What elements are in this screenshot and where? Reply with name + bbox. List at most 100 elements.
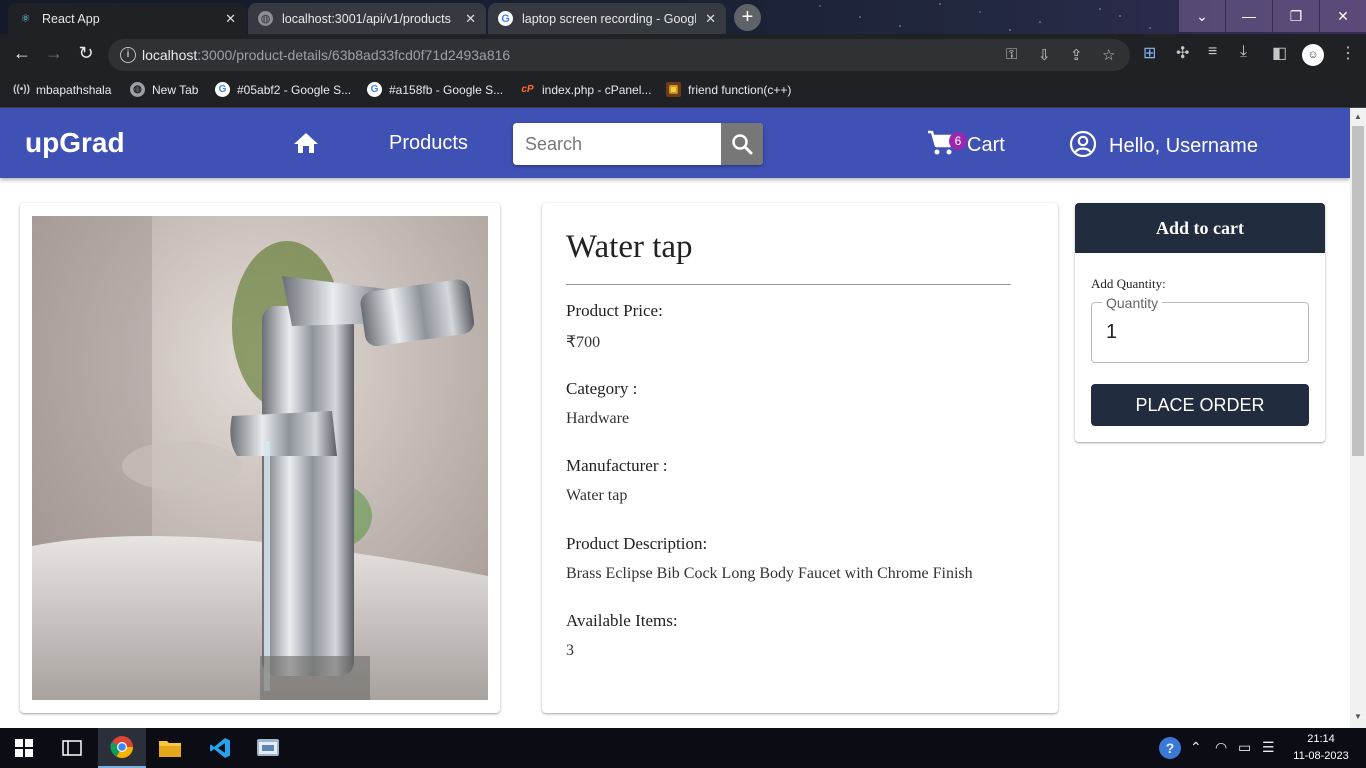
search-bar	[513, 123, 763, 165]
back-icon[interactable]: ←	[10, 43, 34, 64]
site-info-icon[interactable]: i	[120, 47, 136, 63]
nav-products-link[interactable]: Products	[389, 132, 468, 155]
bookmark-star-icon[interactable]: ☆	[1102, 46, 1115, 64]
close-icon[interactable]: ✕	[225, 11, 236, 27]
bookmark-google-05abf2[interactable]: G #05abf2 - Google S...	[215, 82, 351, 97]
forward-icon[interactable]: →	[42, 43, 66, 64]
quantity-field: Quantity	[1091, 295, 1309, 363]
restore-button[interactable]: ❐	[1273, 0, 1319, 32]
profile-avatar-icon[interactable]: ☺	[1302, 44, 1324, 66]
quantity-input[interactable]	[1106, 321, 1286, 344]
tab-react-app[interactable]: ⚛ React App ✕	[8, 3, 246, 34]
add-to-cart-button[interactable]: Add to cart	[1075, 203, 1325, 253]
tab-title: React App	[42, 11, 100, 26]
available-items-label: Available Items:	[566, 611, 678, 630]
category-value: Hardware	[566, 410, 630, 427]
product-image-card	[20, 203, 500, 713]
user-menu[interactable]: Hello, Username	[1069, 130, 1258, 163]
help-icon[interactable]: ?	[1159, 737, 1181, 759]
title-divider	[566, 284, 1011, 285]
bookmark-cpanel[interactable]: cP index.php - cPanel...	[520, 82, 651, 97]
bookmark-friend-function[interactable]: ▣ friend function(c++)	[666, 82, 791, 97]
brand-logo[interactable]: upGrad	[25, 127, 125, 159]
tab-google-search[interactable]: G laptop screen recording - Google ✕	[488, 3, 726, 34]
minimize-button[interactable]: —	[1226, 0, 1272, 32]
order-card: Add to cart Add Quantity: Quantity PLACE…	[1075, 203, 1325, 442]
notification-icon[interactable]: ☰	[1262, 739, 1275, 756]
chevron-up-icon[interactable]: ⌃	[1190, 739, 1202, 756]
battery-icon[interactable]: ▭	[1238, 739, 1251, 756]
bookmark-label: friend function(c++)	[688, 82, 792, 97]
close-icon[interactable]: ✕	[465, 11, 476, 27]
task-view-icon[interactable]	[48, 728, 96, 768]
bookmark-label: #05abf2 - Google S...	[237, 82, 352, 97]
search-icon[interactable]	[721, 123, 763, 165]
home-icon[interactable]	[293, 132, 319, 159]
globe-icon: ◍	[130, 82, 145, 97]
cart-button[interactable]: 6 Cart	[927, 130, 1005, 161]
product-image	[32, 216, 488, 700]
product-title: Water tap	[566, 229, 693, 265]
google-icon: G	[367, 82, 382, 97]
page-scrollbar[interactable]: ▲ ▼	[1350, 108, 1366, 728]
price-label: Product Price:	[566, 301, 663, 320]
translate-icon[interactable]: ⊞	[1143, 43, 1156, 63]
install-icon[interactable]: ⇩	[1038, 46, 1051, 64]
close-icon[interactable]: ✕	[705, 11, 716, 27]
search-input[interactable]	[513, 123, 721, 165]
quantity-field-legend: Quantity	[1102, 295, 1163, 311]
bookmark-new-tab[interactable]: ◍ New Tab	[130, 82, 198, 97]
extensions-icon[interactable]: ✣	[1176, 43, 1189, 63]
radio-icon: ((•))	[13, 84, 30, 95]
product-details-card: Water tap Product Price: ₹700 Category :…	[542, 203, 1058, 713]
react-icon: ⚛	[20, 13, 31, 25]
bookmark-google-a158fb[interactable]: G #a158fb - Google S...	[367, 82, 503, 97]
tab-search-icon[interactable]: ⌄	[1179, 0, 1225, 32]
browser-tab-strip: ⚛ React App ✕ ◍ localhost:3001/api/v1/pr…	[0, 0, 1366, 34]
google-icon: G	[215, 82, 230, 97]
cpanel-icon: cP	[521, 84, 534, 95]
bookmark-icon: ▣	[666, 82, 681, 97]
chrome-taskbar-icon[interactable]	[98, 728, 146, 768]
window-controls: ⌄ — ❐ ✕	[1178, 0, 1366, 32]
reload-icon[interactable]: ↻	[74, 43, 98, 64]
windows-start-icon[interactable]	[0, 728, 48, 768]
browser-toolbar: ← → ↻ i localhost:3000/product-details/6…	[0, 34, 1366, 76]
reading-list-icon[interactable]: ≡	[1208, 43, 1217, 61]
bookmark-label: index.php - cPanel...	[542, 82, 652, 97]
scroll-down-arrow-icon[interactable]: ▼	[1354, 712, 1362, 721]
cart-label: Cart	[967, 134, 1005, 156]
downloads-icon[interactable]: ⤓	[1240, 43, 1247, 61]
price-value: ₹700	[566, 334, 601, 351]
app-header: upGrad Products 6 Cart Hello, Username	[0, 108, 1350, 178]
close-window-button[interactable]: ✕	[1320, 0, 1366, 32]
wifi-icon[interactable]: ◠	[1215, 739, 1227, 756]
manufacturer-label: Manufacturer :	[566, 456, 668, 475]
scrollbar-thumb[interactable]	[1352, 126, 1364, 456]
address-bar[interactable]: i localhost:3000/product-details/63b8ad3…	[108, 39, 1130, 71]
windows-taskbar: ? ⌃ ◠ ▭ ☰ 21:14 11-08-2023	[0, 728, 1366, 768]
tab-api-products[interactable]: ◍ localhost:3001/api/v1/products ✕	[248, 3, 486, 34]
side-panel-icon[interactable]: ◧	[1272, 43, 1287, 63]
new-tab-button[interactable]: +	[734, 4, 761, 31]
key-icon[interactable]: ⚿	[1006, 46, 1017, 63]
bookmark-label: mbapathshala	[36, 82, 112, 97]
manufacturer-value: Water tap	[566, 487, 628, 504]
cart-count-badge: 6	[949, 132, 967, 150]
tab-title: localhost:3001/api/v1/products	[282, 11, 451, 26]
vscode-icon[interactable]	[196, 728, 244, 768]
share-icon[interactable]: ⇪	[1070, 46, 1083, 64]
scroll-up-arrow-icon[interactable]: ▲	[1354, 112, 1362, 121]
taskbar-clock[interactable]: 21:14 11-08-2023	[1290, 731, 1352, 765]
bookmark-mbapathshala[interactable]: ((•)) mbapathshala	[13, 82, 112, 97]
clock-time: 21:14	[1307, 733, 1335, 745]
file-explorer-icon[interactable]	[146, 728, 194, 768]
account-circle-icon	[1069, 130, 1097, 163]
url-text[interactable]: localhost:3000/product-details/63b8ad33f…	[142, 47, 510, 63]
app-window-icon[interactable]	[244, 728, 292, 768]
url-path: :3000/product-details/63b8ad33fcd0f71d24…	[197, 47, 511, 63]
place-order-button[interactable]: PLACE ORDER	[1091, 384, 1309, 426]
menu-dots-icon[interactable]: ⋮	[1340, 43, 1356, 63]
url-host: localhost	[142, 47, 198, 63]
category-label: Category :	[566, 379, 638, 398]
